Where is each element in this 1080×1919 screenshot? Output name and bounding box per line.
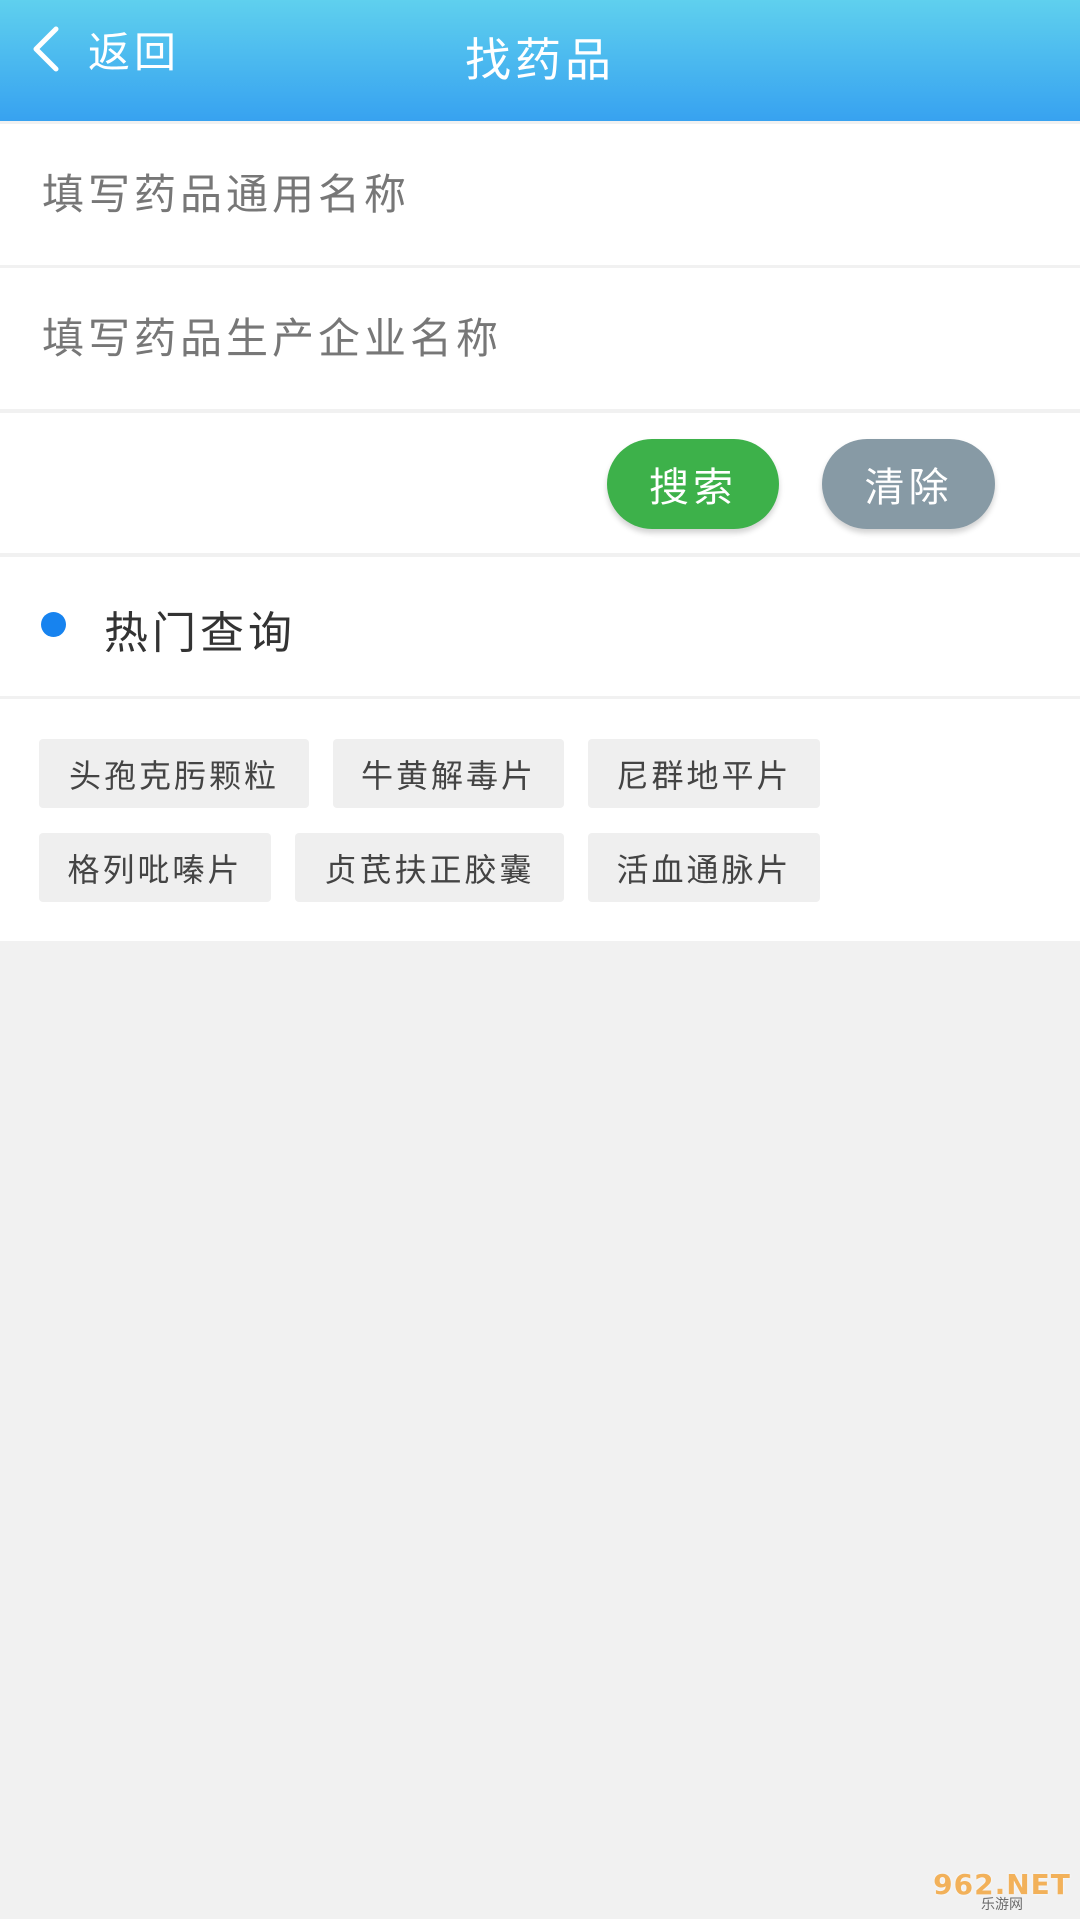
clear-button[interactable]: 清除: [822, 439, 995, 529]
manufacturer-input[interactable]: [42, 268, 1032, 409]
action-bar: 搜索 清除: [0, 413, 1080, 553]
hot-tag[interactable]: 牛黄解毒片: [333, 739, 564, 808]
site-watermark: 962.NET 乐游网: [932, 1871, 1072, 1913]
app-header: 返回 找药品: [0, 0, 1080, 121]
hot-tag[interactable]: 贞芪扶正胶囊: [295, 833, 564, 902]
search-button[interactable]: 搜索: [607, 439, 779, 529]
hot-query-title: 热门查询: [104, 608, 296, 659]
watermark-subtitle: 乐游网: [981, 1897, 1023, 1913]
hot-tag[interactable]: 活血通脉片: [588, 833, 820, 902]
manufacturer-row: [0, 268, 1080, 409]
watermark-logo: 962.NET: [933, 1868, 1071, 1901]
bullet-dot-icon: [41, 612, 66, 637]
drug-name-row: [0, 124, 1080, 265]
hot-tag[interactable]: 尼群地平片: [588, 739, 820, 808]
hot-tags-list: 头孢克肟颗粒 牛黄解毒片 尼群地平片 格列吡嗪片 贞芪扶正胶囊 活血通脉片: [0, 699, 1080, 941]
hot-query-header: 热门查询: [0, 557, 1080, 696]
page-title: 找药品: [465, 33, 615, 87]
drug-name-input[interactable]: [42, 124, 1032, 265]
hot-tag[interactable]: 格列吡嗪片: [39, 833, 271, 902]
hot-tag[interactable]: 头孢克肟颗粒: [39, 739, 309, 808]
